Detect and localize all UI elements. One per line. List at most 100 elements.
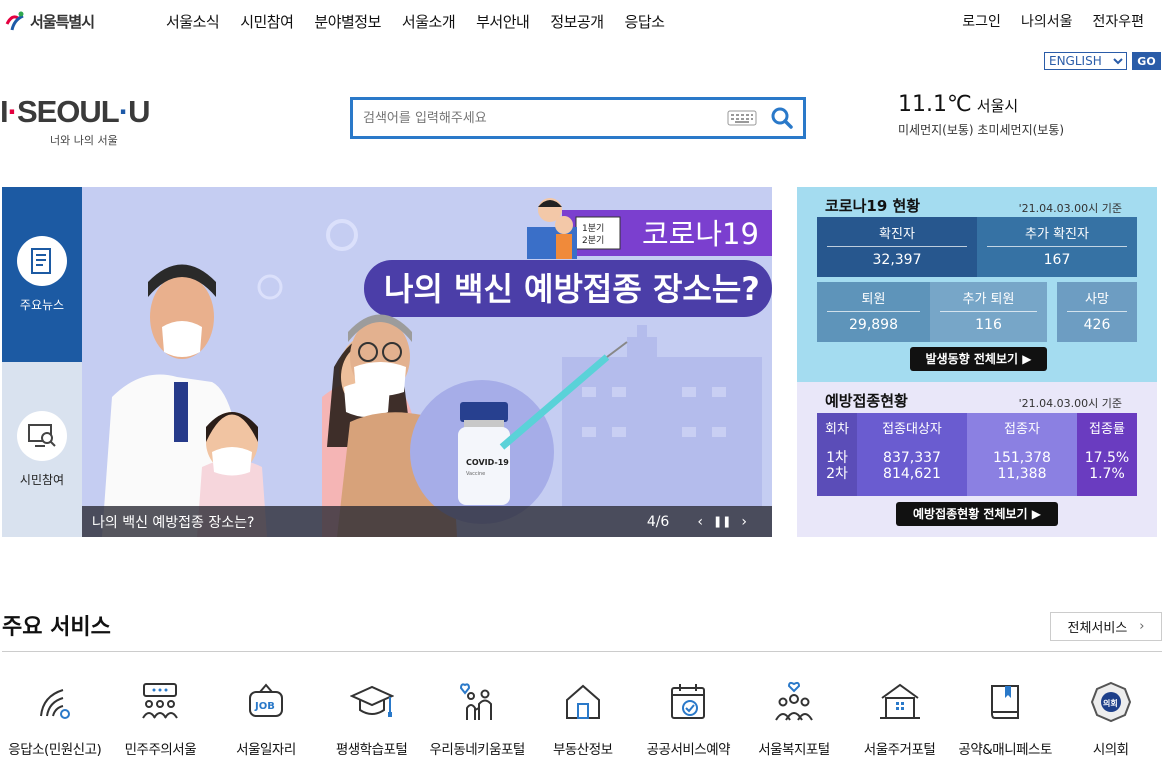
service-real-estate[interactable]: 부동산정보 (530, 680, 636, 758)
stat-label: 확진자 (827, 217, 967, 247)
service-label: 평생학습포털 (335, 742, 408, 758)
service-council[interactable]: 의회 시의회 (1058, 680, 1164, 758)
service-jobs[interactable]: JOB 서울일자리 (213, 680, 319, 758)
nav-info[interactable]: 분야별정보 (314, 11, 381, 32)
all-services-button[interactable]: 전체서비스 › (1050, 612, 1162, 641)
search-input[interactable] (363, 110, 727, 126)
graduation-cap-icon (349, 685, 394, 717)
service-housing[interactable]: 서울주거포털 (847, 680, 953, 758)
slogan-u: U (128, 94, 150, 129)
stat-value: 167 (1043, 252, 1071, 268)
slogan-subtitle: 너와 나의 서울 (50, 134, 118, 147)
covid-title: 코로나19 현황 (825, 197, 921, 215)
nav-departments[interactable]: 부서안내 (476, 11, 530, 32)
council-text: 의회 (1103, 698, 1118, 708)
prev-icon[interactable]: ‹ (697, 514, 703, 530)
stat-added-released: 추가 퇴원 116 (930, 282, 1047, 342)
stat-value: 116 (975, 317, 1002, 333)
covid-status-panel: 코로나19 현황 '21.04.03.00시 기준 확진자 32,397 추가 … (797, 187, 1157, 537)
logo-text: 서울특별시 (30, 12, 95, 31)
covid-date: '21.04.03.00시 기준 (1018, 202, 1122, 215)
main-banner[interactable]: 코로나19 1분기 2분기 나의 백신 예방접종 장소는? COVID-19 V… (82, 187, 772, 537)
service-kium[interactable]: 우리동네키움포털 (424, 680, 530, 758)
badge-q2: 2분기 (582, 235, 604, 246)
cell: 2차 (826, 466, 848, 482)
vaccine-table: 회차 1차 2차 접종대상자 837,337 814,621 접종자 151,3… (817, 413, 1137, 496)
cell: 11,388 (997, 466, 1047, 482)
family-heart-icon (460, 683, 493, 720)
col-header: 접종자 (1004, 422, 1040, 437)
service-eungdapso[interactable]: 응답소(민원신고) (2, 680, 108, 758)
service-manifesto[interactable]: 공약&매니페스토 (952, 680, 1058, 758)
badge-q1: 1분기 (582, 223, 604, 234)
service-label: 우리동네키움포털 (429, 742, 525, 758)
divider (2, 651, 1162, 652)
stat-label: 사망 (1067, 282, 1127, 312)
vaccine-col-target: 접종대상자 837,337 814,621 (857, 413, 967, 496)
service-label: 서울주거포털 (863, 742, 936, 758)
stat-label: 추가 확진자 (987, 217, 1127, 247)
email-link[interactable]: 전자우편 (1092, 11, 1144, 31)
tab-participation[interactable]: 시민참여 (2, 362, 82, 537)
book-bookmark-icon (991, 685, 1020, 719)
newspaper-icon (17, 236, 67, 286)
cell: 151,378 (993, 450, 1051, 466)
seoul-logo[interactable]: 서울특별시 (4, 10, 95, 32)
banner-caption-bar: 나의 백신 예방접종 장소는? 4/6 ‹ ❚❚ › (82, 506, 772, 537)
stat-label: 퇴원 (827, 282, 920, 312)
tab-label: 주요뉴스 (19, 298, 65, 312)
i-seoul-u-slogan: I·SEOUL·U 너와 나의 서울 (0, 94, 150, 148)
tab-main-news[interactable]: 주요뉴스 (2, 187, 82, 362)
vaccine-col-round: 회차 1차 2차 (817, 413, 857, 496)
col-header: 접종대상자 (882, 422, 942, 437)
banner-controls: 4/6 ‹ ❚❚ › (647, 514, 747, 530)
search-icon[interactable] (771, 107, 793, 129)
house-icon (565, 684, 600, 719)
service-label: 공약&매니페스토 (958, 742, 1052, 758)
stat-released: 퇴원 29,898 (817, 282, 930, 342)
cell: 837,337 (883, 450, 941, 466)
nav-disclosure[interactable]: 정보공개 (550, 11, 604, 32)
login-link[interactable]: 로그인 (962, 11, 1001, 31)
utility-menu: 로그인 나의서울 전자우편 (962, 11, 1144, 31)
seoul-logo-icon (5, 11, 24, 31)
nav-seoul-news[interactable]: 서울소식 (166, 11, 220, 32)
banner-headline: 나의 백신 예방접종 장소는? (384, 270, 760, 308)
service-label: 공공서비스예약 (646, 742, 731, 758)
covid-more-button[interactable]: 발생동향 전체보기 ▶ (910, 347, 1047, 371)
service-learning[interactable]: 평생학습포털 (319, 680, 425, 758)
vial-label: COVID-19 (466, 458, 509, 467)
service-label: 부동산정보 (552, 742, 613, 758)
next-icon[interactable]: › (741, 514, 747, 530)
service-label: 시의회 (1092, 742, 1129, 758)
people-meeting-icon (142, 683, 179, 719)
service-reservation[interactable]: 공공서비스예약 (636, 680, 742, 758)
slogan-seoul: SEOUL (16, 94, 120, 129)
keyboard-icon[interactable] (727, 110, 757, 126)
main-nav: 서울소식 시민참여 분야별정보 서울소개 부서안내 정보공개 응답소 (166, 11, 665, 32)
nav-participation[interactable]: 시민참여 (240, 11, 294, 32)
vaccine-col-rate: 접종률 17.5% 1.7% (1077, 413, 1137, 496)
language-select[interactable]: ENGLISH (1044, 52, 1127, 70)
vaccine-date: '21.04.03.00시 기준 (1018, 397, 1122, 410)
stat-label: 추가 퇴원 (940, 282, 1037, 312)
service-democracy[interactable]: 민주주의서울 (108, 680, 214, 758)
go-button[interactable]: GO (1132, 52, 1161, 70)
service-label: 민주주의서울 (124, 742, 197, 758)
nav-about[interactable]: 서울소개 (402, 11, 456, 32)
banner-tag: 코로나19 (642, 217, 759, 251)
pause-icon[interactable]: ❚❚ (713, 515, 731, 528)
my-seoul-link[interactable]: 나의서울 (1021, 11, 1073, 31)
vaccine-title: 예방접종현황 (825, 392, 908, 410)
banner-illustration: 코로나19 1분기 2분기 나의 백신 예방접종 장소는? COVID-19 V… (102, 198, 772, 537)
col-header: 회차 (825, 422, 849, 437)
slogan-i: I (0, 94, 9, 129)
cell: 1차 (826, 450, 848, 466)
service-welfare[interactable]: 서울복지포털 (741, 680, 847, 758)
nav-eungdapso[interactable]: 응답소 (625, 11, 665, 32)
vaccine-more-button[interactable]: 예방접종현황 전체보기 ▶ (896, 502, 1058, 526)
weather-widget[interactable]: 11.1℃ 서울시 미세먼지(보통) 초미세먼지(보통) (898, 92, 1064, 138)
chevron-right-icon: › (1139, 619, 1145, 634)
council-emblem-icon: 의회 (1090, 681, 1131, 723)
stat-confirmed: 확진자 32,397 (817, 217, 977, 277)
